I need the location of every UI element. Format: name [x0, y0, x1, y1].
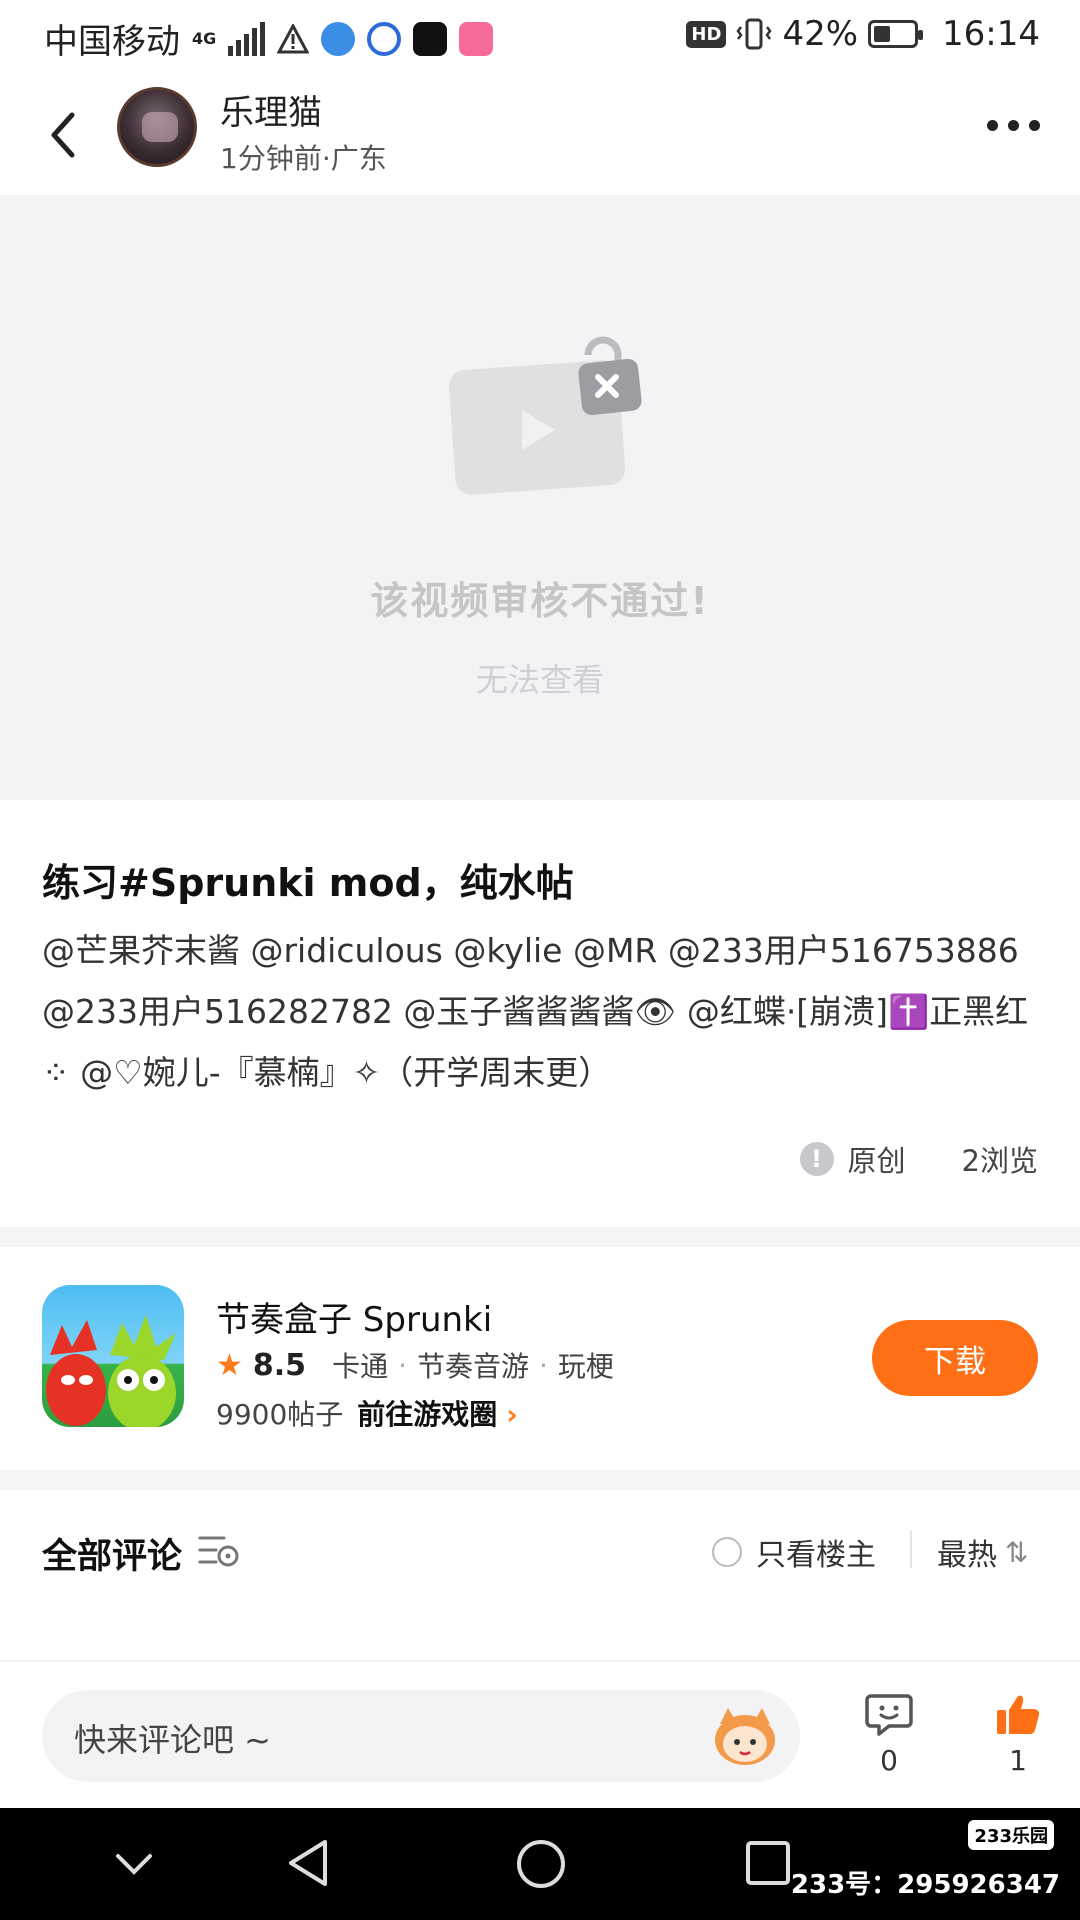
nav-home-icon[interactable]: [515, 1838, 567, 1890]
game-tag: 玩梗: [557, 1350, 614, 1383]
game-tag: 卡通: [332, 1350, 389, 1383]
post-header: 乐理猫 1分钟前·广东: [0, 75, 1080, 195]
hd-badge: HD: [686, 20, 727, 48]
comment-filter-icon[interactable]: [196, 1530, 240, 1570]
vibrate-icon: [736, 18, 772, 50]
blocked-title: 该视频审核不通过!: [370, 579, 710, 623]
network-label: 4G: [192, 29, 217, 48]
watermark-logo: 233乐园: [968, 1820, 1054, 1850]
thumbs-up-icon: [997, 1695, 1040, 1735]
view-count: 2浏览: [961, 1144, 1038, 1178]
game-rating-row: ★ 8.5 卡通 · 节奏音游 · 玩梗: [216, 1345, 614, 1385]
browser-app-icon: [321, 21, 356, 56]
blocked-subtitle: 无法查看: [475, 661, 604, 699]
post-stats: ! 原创 2浏览: [799, 1138, 1038, 1180]
section-divider: [0, 1227, 1080, 1247]
comments-title: 全部评论: [42, 1537, 183, 1577]
more-options-icon[interactable]: [987, 120, 1040, 131]
comment-bar: 快来评论吧 ~ 0 1: [0, 1660, 1080, 1808]
radio-icon[interactable]: [712, 1537, 742, 1567]
only-host-label: 只看楼主: [756, 1538, 876, 1573]
battery-percent: 42%: [782, 14, 859, 54]
video-blocked-panel: 该视频审核不通过! 无法查看: [0, 195, 1080, 800]
battery-icon: [868, 20, 924, 48]
post-time-location: 1分钟前·广东: [220, 142, 387, 175]
nav-recents-icon[interactable]: [745, 1840, 791, 1886]
chevron-right-icon: ›: [506, 1398, 518, 1431]
game-rating: 8.5: [252, 1347, 307, 1383]
game-name[interactable]: 节奏盒子 Sprunki: [216, 1292, 492, 1341]
like-count: 1: [1009, 1744, 1027, 1777]
like-button[interactable]: 1: [983, 1692, 1053, 1777]
only-host-toggle[interactable]: 只看楼主: [712, 1530, 876, 1574]
back-arrow-icon[interactable]: [40, 103, 84, 167]
star-icon: ★: [216, 1347, 243, 1383]
bilibili-app-icon: [459, 21, 494, 56]
comment-count: 0: [880, 1744, 898, 1777]
clock: 16:14: [942, 14, 1040, 54]
sort-label: 最热: [937, 1538, 997, 1573]
download-button[interactable]: 下载: [872, 1320, 1038, 1396]
game-posts-row: 9900帖子 前往游戏圈 ›: [216, 1393, 518, 1433]
original-label: 原创: [847, 1144, 906, 1178]
watermark-text: 233号：295926347: [790, 1870, 1060, 1900]
comment-icon: [865, 1694, 913, 1736]
divider: [910, 1530, 912, 1568]
system-nav-bar: 233乐园 233号：295926347: [0, 1808, 1080, 1920]
blocked-video-icon: [448, 336, 642, 495]
music-app-icon: [413, 21, 448, 56]
author-name[interactable]: 乐理猫: [220, 85, 322, 134]
comment-placeholder: 快来评论吧 ~: [74, 1721, 271, 1759]
sort-icon: ⇅: [1005, 1535, 1029, 1569]
mascot-emoji-icon[interactable]: [710, 1702, 780, 1768]
goto-game-circle-link[interactable]: 前往游戏圈 ›: [357, 1393, 517, 1433]
nav-back-icon[interactable]: [285, 1838, 331, 1888]
comment-input[interactable]: 快来评论吧 ~: [42, 1690, 800, 1782]
post-body[interactable]: @芒果芥末酱 @ridiculous @kylie @MR @233用户5167…: [42, 920, 1042, 1103]
status-bar: 中国移动 4G HD 42% 16:14: [0, 0, 1080, 75]
ring-app-icon: [367, 21, 402, 56]
game-tag: 节奏音游: [416, 1350, 529, 1383]
comment-count-button[interactable]: 0: [854, 1692, 924, 1777]
chevron-down-icon[interactable]: [112, 1850, 156, 1880]
post-title: 练习#Sprunki mod，纯水帖: [42, 861, 574, 905]
carrier-label: 中国移动: [44, 22, 180, 62]
original-info-icon: !: [799, 1142, 834, 1176]
avatar[interactable]: [117, 87, 197, 167]
game-app-icon[interactable]: [42, 1285, 184, 1427]
warning-icon: [277, 23, 310, 53]
signal-icon: [228, 21, 266, 56]
sort-dropdown[interactable]: 最热 ⇅: [937, 1530, 1028, 1574]
game-post-count: 9900帖子: [216, 1398, 344, 1431]
section-divider: [0, 1470, 1080, 1490]
